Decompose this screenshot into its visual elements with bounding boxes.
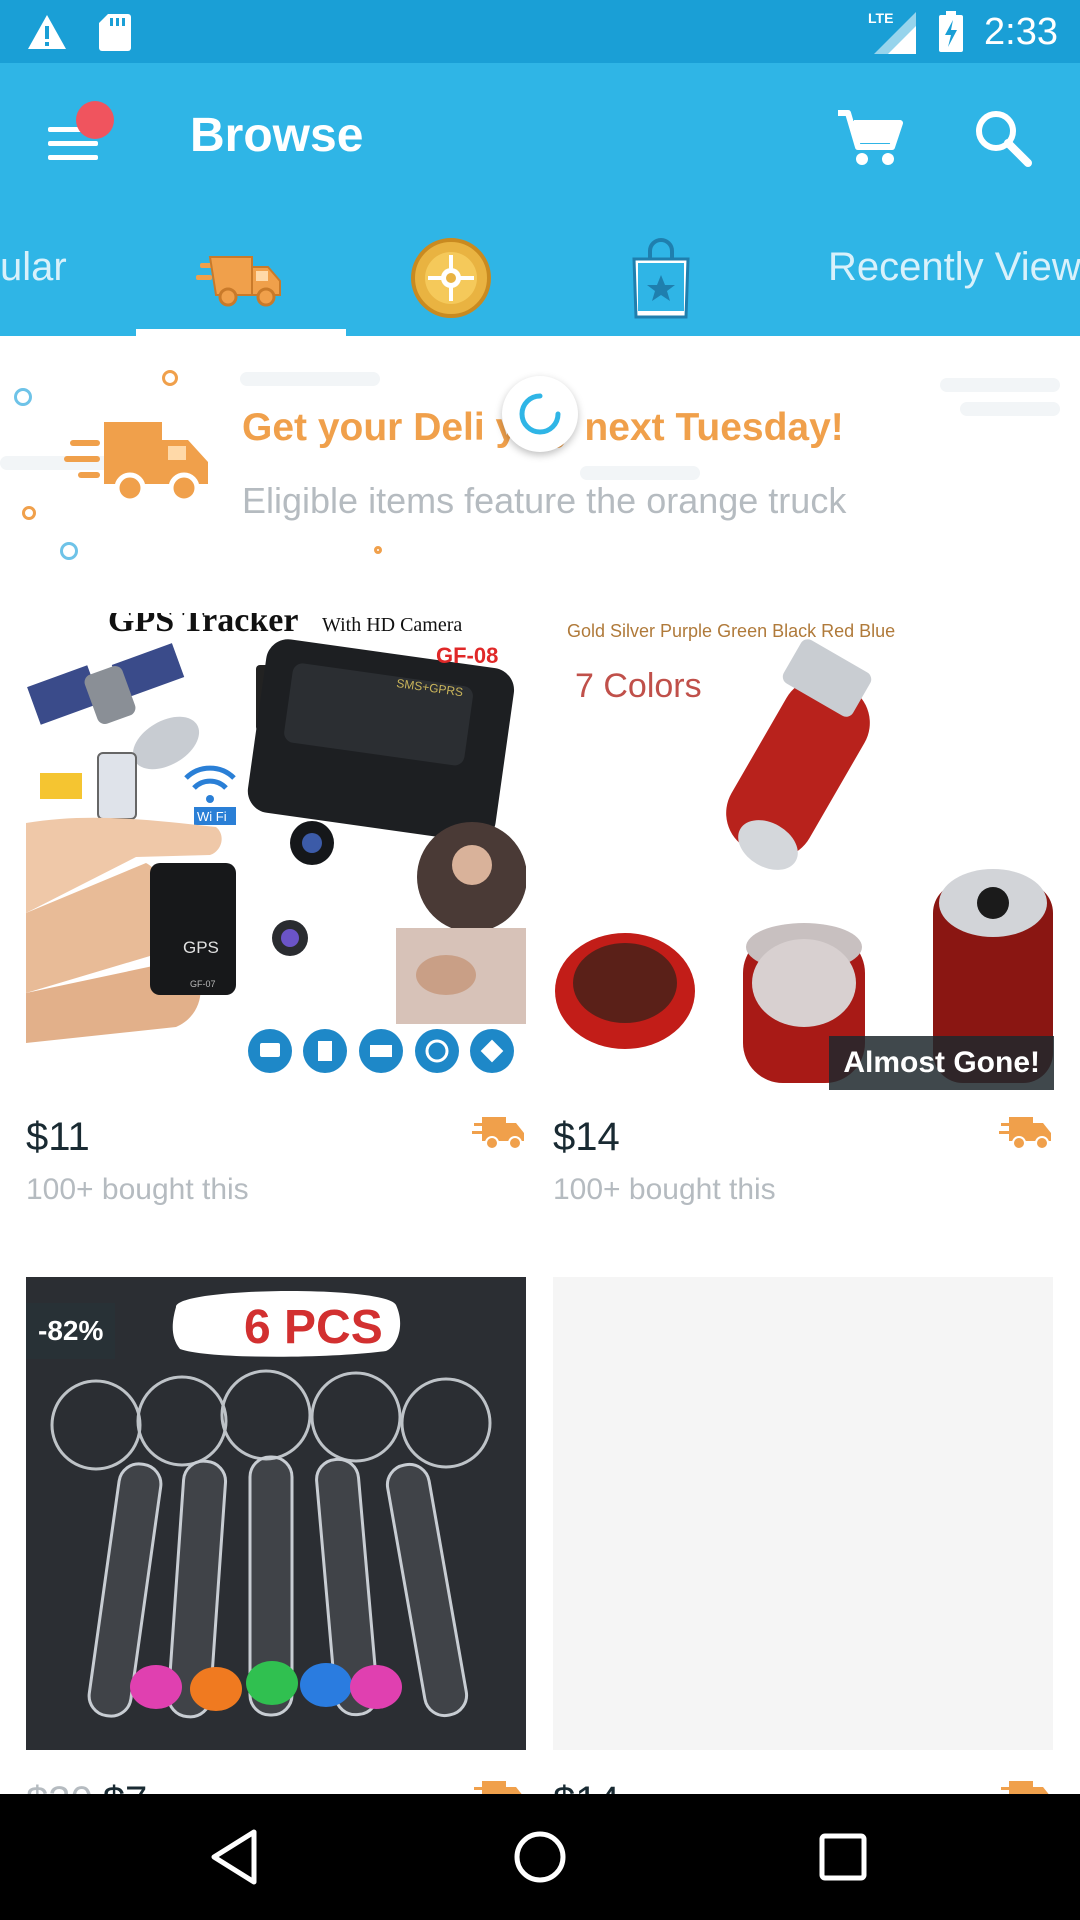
product-price: $14 [553, 1115, 620, 1159]
shopping-bag-icon[interactable] [616, 233, 706, 323]
delivery-truck-icon[interactable] [196, 233, 286, 323]
bought-count: 100+ bought this [553, 1173, 776, 1206]
svg-text:GF-07: GF-07 [190, 979, 216, 989]
device-label: GPS [183, 938, 219, 957]
search-icon[interactable] [968, 103, 1038, 173]
system-nav-bar [0, 1794, 1080, 1920]
colors-line: Gold Silver Purple Green Black Red Blue [567, 621, 895, 641]
notification-dot [76, 101, 114, 139]
banner-subtitle: Eligible items feature the orange truck [242, 480, 847, 521]
wifi-label: Wi Fi [197, 809, 227, 824]
product-price: $11 [26, 1115, 90, 1159]
almost-gone-badge: Almost Gone! [829, 1036, 1054, 1090]
category-tabs: ular Recently View [0, 227, 1080, 336]
tab-indicator [136, 329, 346, 336]
pcs-label: 6 PCS [244, 1301, 383, 1354]
battery-charging-icon [939, 11, 964, 52]
warning-icon [28, 15, 66, 49]
discount-badge: -82% [26, 1303, 116, 1359]
sd-card-icon [99, 14, 131, 51]
image-heading: GPS Tracker [108, 613, 298, 639]
colors-count: 7 Colors [575, 667, 702, 705]
bought-count: 100+ bought this [26, 1173, 249, 1206]
menu-button[interactable] [40, 101, 114, 175]
app-bar: Browse ular Recently View [0, 63, 1080, 336]
back-icon[interactable] [204, 1824, 270, 1890]
delivery-truck-icon [999, 1117, 1051, 1150]
product-image-placeholder[interactable] [553, 1277, 1053, 1750]
cart-icon[interactable] [834, 103, 904, 173]
status-bar: LTE 2:33 [0, 0, 1080, 63]
product-image[interactable]: Wi Fi SMS+GPRS GPS GF-07 GPS Tracker Wit… [26, 613, 526, 1086]
delivery-truck-icon [472, 1117, 524, 1150]
tab-recently-viewed[interactable]: Recently View [828, 245, 1080, 290]
status-time: 2:33 [984, 10, 1058, 53]
signal-icon: LTE [868, 8, 918, 56]
wish-coin-icon[interactable] [406, 233, 496, 323]
svg-text:With HD Camera: With HD Camera [322, 614, 462, 636]
image-model: GF-08 [436, 643, 498, 668]
home-icon[interactable] [507, 1824, 573, 1890]
page-title: Browse [190, 109, 364, 162]
loading-spinner [502, 376, 578, 452]
recents-icon[interactable] [810, 1824, 876, 1890]
product-image[interactable]: Gold Silver Purple Green Black Red Blue … [553, 613, 1053, 1086]
tab-popular[interactable]: ular [0, 245, 67, 290]
delivery-truck-icon [64, 422, 208, 504]
